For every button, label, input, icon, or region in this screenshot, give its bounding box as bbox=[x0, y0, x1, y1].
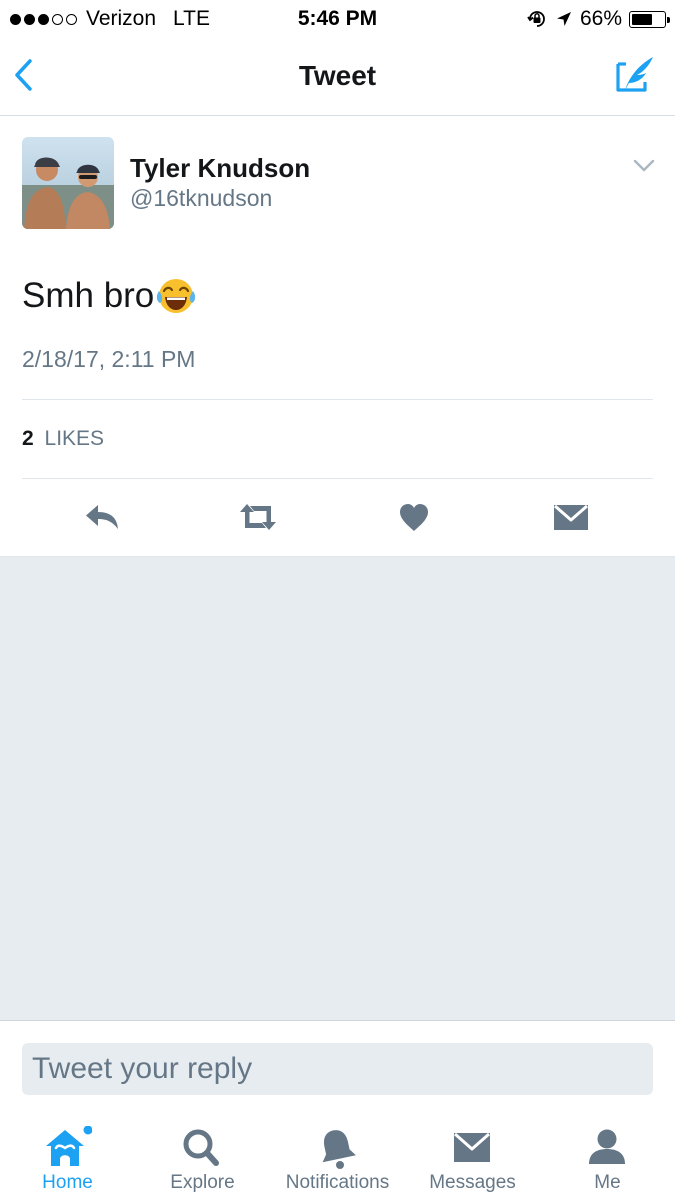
likes-count: 2 bbox=[22, 427, 34, 450]
tab-label: Messages bbox=[429, 1172, 516, 1193]
status-bar: Verizon LTE 5:46 PM 66% bbox=[0, 0, 675, 38]
direct-message-icon[interactable] bbox=[551, 499, 591, 535]
tab-notifications[interactable]: Notifications bbox=[270, 1108, 405, 1200]
battery-icon bbox=[629, 10, 670, 28]
divider bbox=[22, 399, 653, 400]
divider bbox=[22, 478, 653, 479]
like-icon[interactable] bbox=[394, 499, 434, 535]
avatar[interactable] bbox=[22, 137, 114, 229]
likes-label: LIKES bbox=[44, 427, 105, 450]
reply-bar bbox=[0, 1020, 675, 1108]
tweet-text: Smh bro bbox=[22, 275, 197, 317]
tab-label: Notifications bbox=[285, 1172, 390, 1193]
tweet-actions bbox=[0, 497, 675, 539]
status-right: 66% bbox=[526, 7, 670, 31]
tweet-detail: Tyler Knudson @16tknudson Smh bro 2/18/1… bbox=[0, 117, 675, 557]
tab-label: Home bbox=[42, 1172, 93, 1193]
tweet-detail-screen: Verizon LTE 5:46 PM 66% Tweet Tyler Knud… bbox=[0, 0, 675, 1200]
reply-input[interactable] bbox=[22, 1043, 653, 1095]
likes-summary[interactable]: 2 LIKES bbox=[22, 427, 104, 451]
home-icon bbox=[46, 1126, 92, 1166]
empty-reply-area bbox=[0, 557, 675, 1020]
retweet-icon[interactable] bbox=[237, 499, 279, 535]
search-icon bbox=[183, 1129, 219, 1166]
author-handle[interactable]: @16tknudson bbox=[130, 185, 272, 212]
tweet-text-content: Smh bro bbox=[22, 276, 155, 315]
profile-icon bbox=[589, 1129, 625, 1164]
battery-percent: 66% bbox=[579, 7, 622, 30]
tab-me[interactable]: Me bbox=[540, 1108, 675, 1200]
rotation-lock-icon bbox=[527, 11, 545, 27]
tab-messages[interactable]: Messages bbox=[405, 1108, 540, 1200]
tab-label: Explore bbox=[170, 1172, 235, 1193]
tab-home[interactable]: Home bbox=[0, 1108, 135, 1200]
tweet-timestamp: 2/18/17, 2:11 PM bbox=[22, 346, 196, 372]
author-name[interactable]: Tyler Knudson bbox=[130, 153, 310, 184]
face-with-tears-of-joy-icon bbox=[157, 279, 196, 313]
page-title: Tweet bbox=[298, 60, 377, 91]
compose-tweet-icon[interactable] bbox=[613, 52, 657, 96]
tab-bar: Home Explore Notifications Messages Me bbox=[0, 1108, 675, 1200]
envelope-icon bbox=[454, 1132, 490, 1162]
reply-icon[interactable] bbox=[82, 499, 122, 535]
tab-label: Me bbox=[594, 1172, 621, 1193]
battery-level bbox=[632, 13, 653, 25]
location-arrow-icon bbox=[556, 12, 571, 26]
navigation-bar: Tweet bbox=[0, 38, 675, 116]
tab-explore[interactable]: Explore bbox=[135, 1108, 270, 1200]
chevron-down-icon[interactable] bbox=[633, 159, 655, 173]
battery-cap bbox=[667, 16, 670, 23]
bell-icon bbox=[322, 1130, 356, 1169]
